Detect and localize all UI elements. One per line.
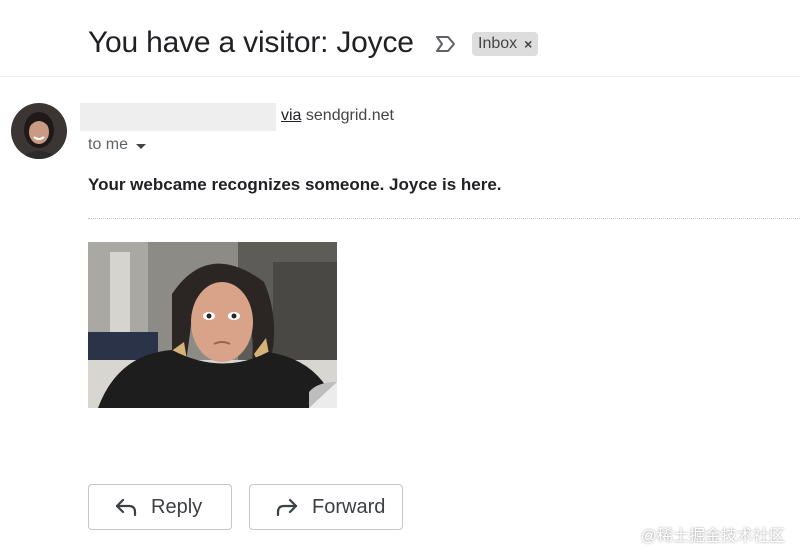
forward-arrow-icon <box>276 498 298 516</box>
inbox-label-text: Inbox <box>478 35 518 52</box>
email-subject: You have a visitor: Joyce <box>88 26 414 59</box>
reply-arrow-icon <box>115 498 137 516</box>
label-important-icon[interactable] <box>434 34 458 54</box>
forward-label: Forward <box>312 495 386 518</box>
via-link[interactable]: via <box>281 107 301 124</box>
recipient-details-toggle[interactable]: to me <box>88 136 147 154</box>
sender-via: via sendgrid.net <box>281 107 394 125</box>
sender-domain: sendgrid.net <box>305 107 394 124</box>
recipient-text: to me <box>88 136 129 153</box>
watermark-text: @稀土掘金技术社区 <box>640 528 785 545</box>
email-header: You have a visitor: Joyce Inbox × <box>0 0 800 77</box>
sender-avatar[interactable] <box>11 103 67 159</box>
visitor-photo[interactable] <box>88 242 337 408</box>
inbox-label-chip[interactable]: Inbox × <box>472 32 539 56</box>
email-body-headline: Your webcame recognizes someone. Joyce i… <box>88 175 502 194</box>
sender-name-redacted[interactable] <box>80 103 276 131</box>
remove-label-icon[interactable]: × <box>524 36 532 52</box>
caret-down-icon[interactable] <box>136 144 147 149</box>
reply-button[interactable]: Reply <box>88 484 232 530</box>
body-divider <box>88 218 800 219</box>
forward-button[interactable]: Forward <box>249 484 403 530</box>
reply-label: Reply <box>151 495 203 518</box>
